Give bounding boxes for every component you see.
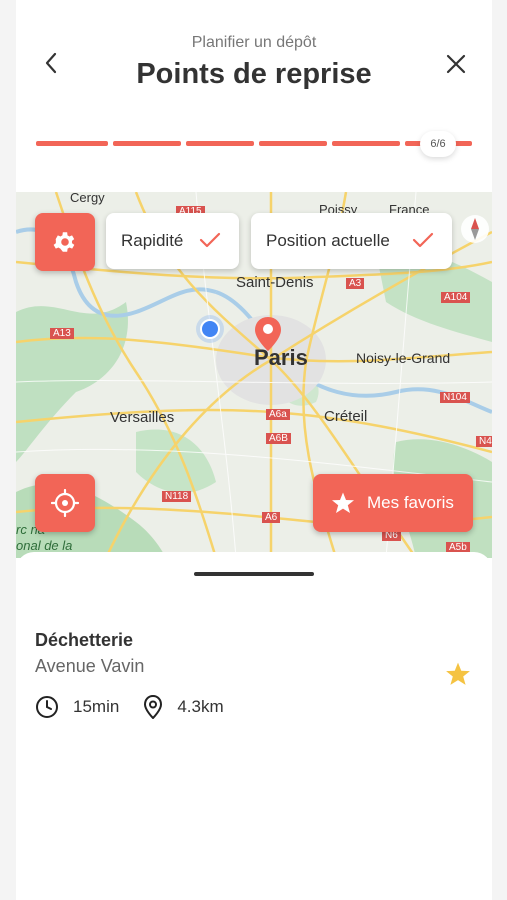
page-subtitle: Planifier un dépôt <box>191 34 317 51</box>
distance-value: 4.3km <box>177 697 224 716</box>
road-label-a6: A6 <box>262 512 281 523</box>
progress-segment <box>332 141 400 146</box>
map-label-versailles: Versailles <box>110 409 175 426</box>
check-icon <box>412 232 434 248</box>
map-pin-icon[interactable] <box>254 316 282 352</box>
progress-segment <box>36 141 108 146</box>
road-label-n118: N118 <box>162 491 192 502</box>
filter-chip-label: Position actuelle <box>266 231 390 250</box>
location-pin-icon <box>143 695 163 719</box>
progress-bar <box>36 141 472 147</box>
favorites-button[interactable]: Mes favoris <box>313 474 473 532</box>
road-label-a6b: A6B <box>266 433 291 444</box>
road-label-n4: N4 <box>476 436 492 447</box>
map-label-cergy: Cergy <box>70 192 105 205</box>
map-label-regional: onal de la <box>16 538 73 553</box>
results-sheet: Déchetterie Avenue Vavin 15min 4.3km <box>16 552 492 900</box>
road-label-a13: A13 <box>50 328 74 339</box>
road-label-n104: N104 <box>440 392 470 403</box>
locate-me-button[interactable] <box>35 474 95 532</box>
progress-segment <box>259 141 327 146</box>
list-item[interactable]: Déchetterie Avenue Vavin 15min 4.3km <box>16 622 492 732</box>
map-label-noisy: Noisy-le-Grand <box>356 350 451 366</box>
crosshair-icon <box>51 489 79 517</box>
map-label-saint-denis: Saint-Denis <box>236 274 314 291</box>
step-indicator: 6/6 <box>420 131 456 157</box>
road-label-a104: A104 <box>441 292 471 303</box>
location-address: Avenue Vavin <box>35 656 145 676</box>
gear-icon <box>53 232 75 252</box>
favorites-label: Mes favoris <box>367 493 454 512</box>
location-name: Déchetterie <box>35 630 134 650</box>
clock-icon <box>35 695 59 719</box>
road-label-a3: A3 <box>346 278 365 289</box>
filter-chip-rapidite[interactable]: Rapidité <box>106 213 239 269</box>
filter-chip-label: Rapidité <box>121 231 184 250</box>
check-icon <box>199 232 221 248</box>
star-icon <box>331 491 355 515</box>
app-screen: Planifier un dépôt Points de reprise 6/6 <box>16 0 492 900</box>
close-icon <box>446 54 466 74</box>
duration-value: 15min <box>73 697 120 716</box>
progress-segment <box>186 141 254 146</box>
compass-icon[interactable] <box>460 214 490 244</box>
page-title: Points de reprise <box>136 58 372 90</box>
road-label-a6a: A6a <box>266 409 290 420</box>
header: Planifier un dépôt Points de reprise <box>16 0 492 110</box>
location-meta: 15min 4.3km <box>35 694 248 720</box>
map-label-creteil: Créteil <box>324 408 368 425</box>
progress-segment <box>113 141 181 146</box>
map-settings-button[interactable] <box>35 213 95 271</box>
filter-chip-position[interactable]: Position actuelle <box>251 213 452 269</box>
current-location-dot <box>196 315 224 343</box>
close-button[interactable] <box>440 48 472 80</box>
favorite-toggle[interactable] <box>444 660 472 688</box>
star-icon <box>446 662 470 685</box>
sheet-drag-handle[interactable] <box>194 572 314 576</box>
